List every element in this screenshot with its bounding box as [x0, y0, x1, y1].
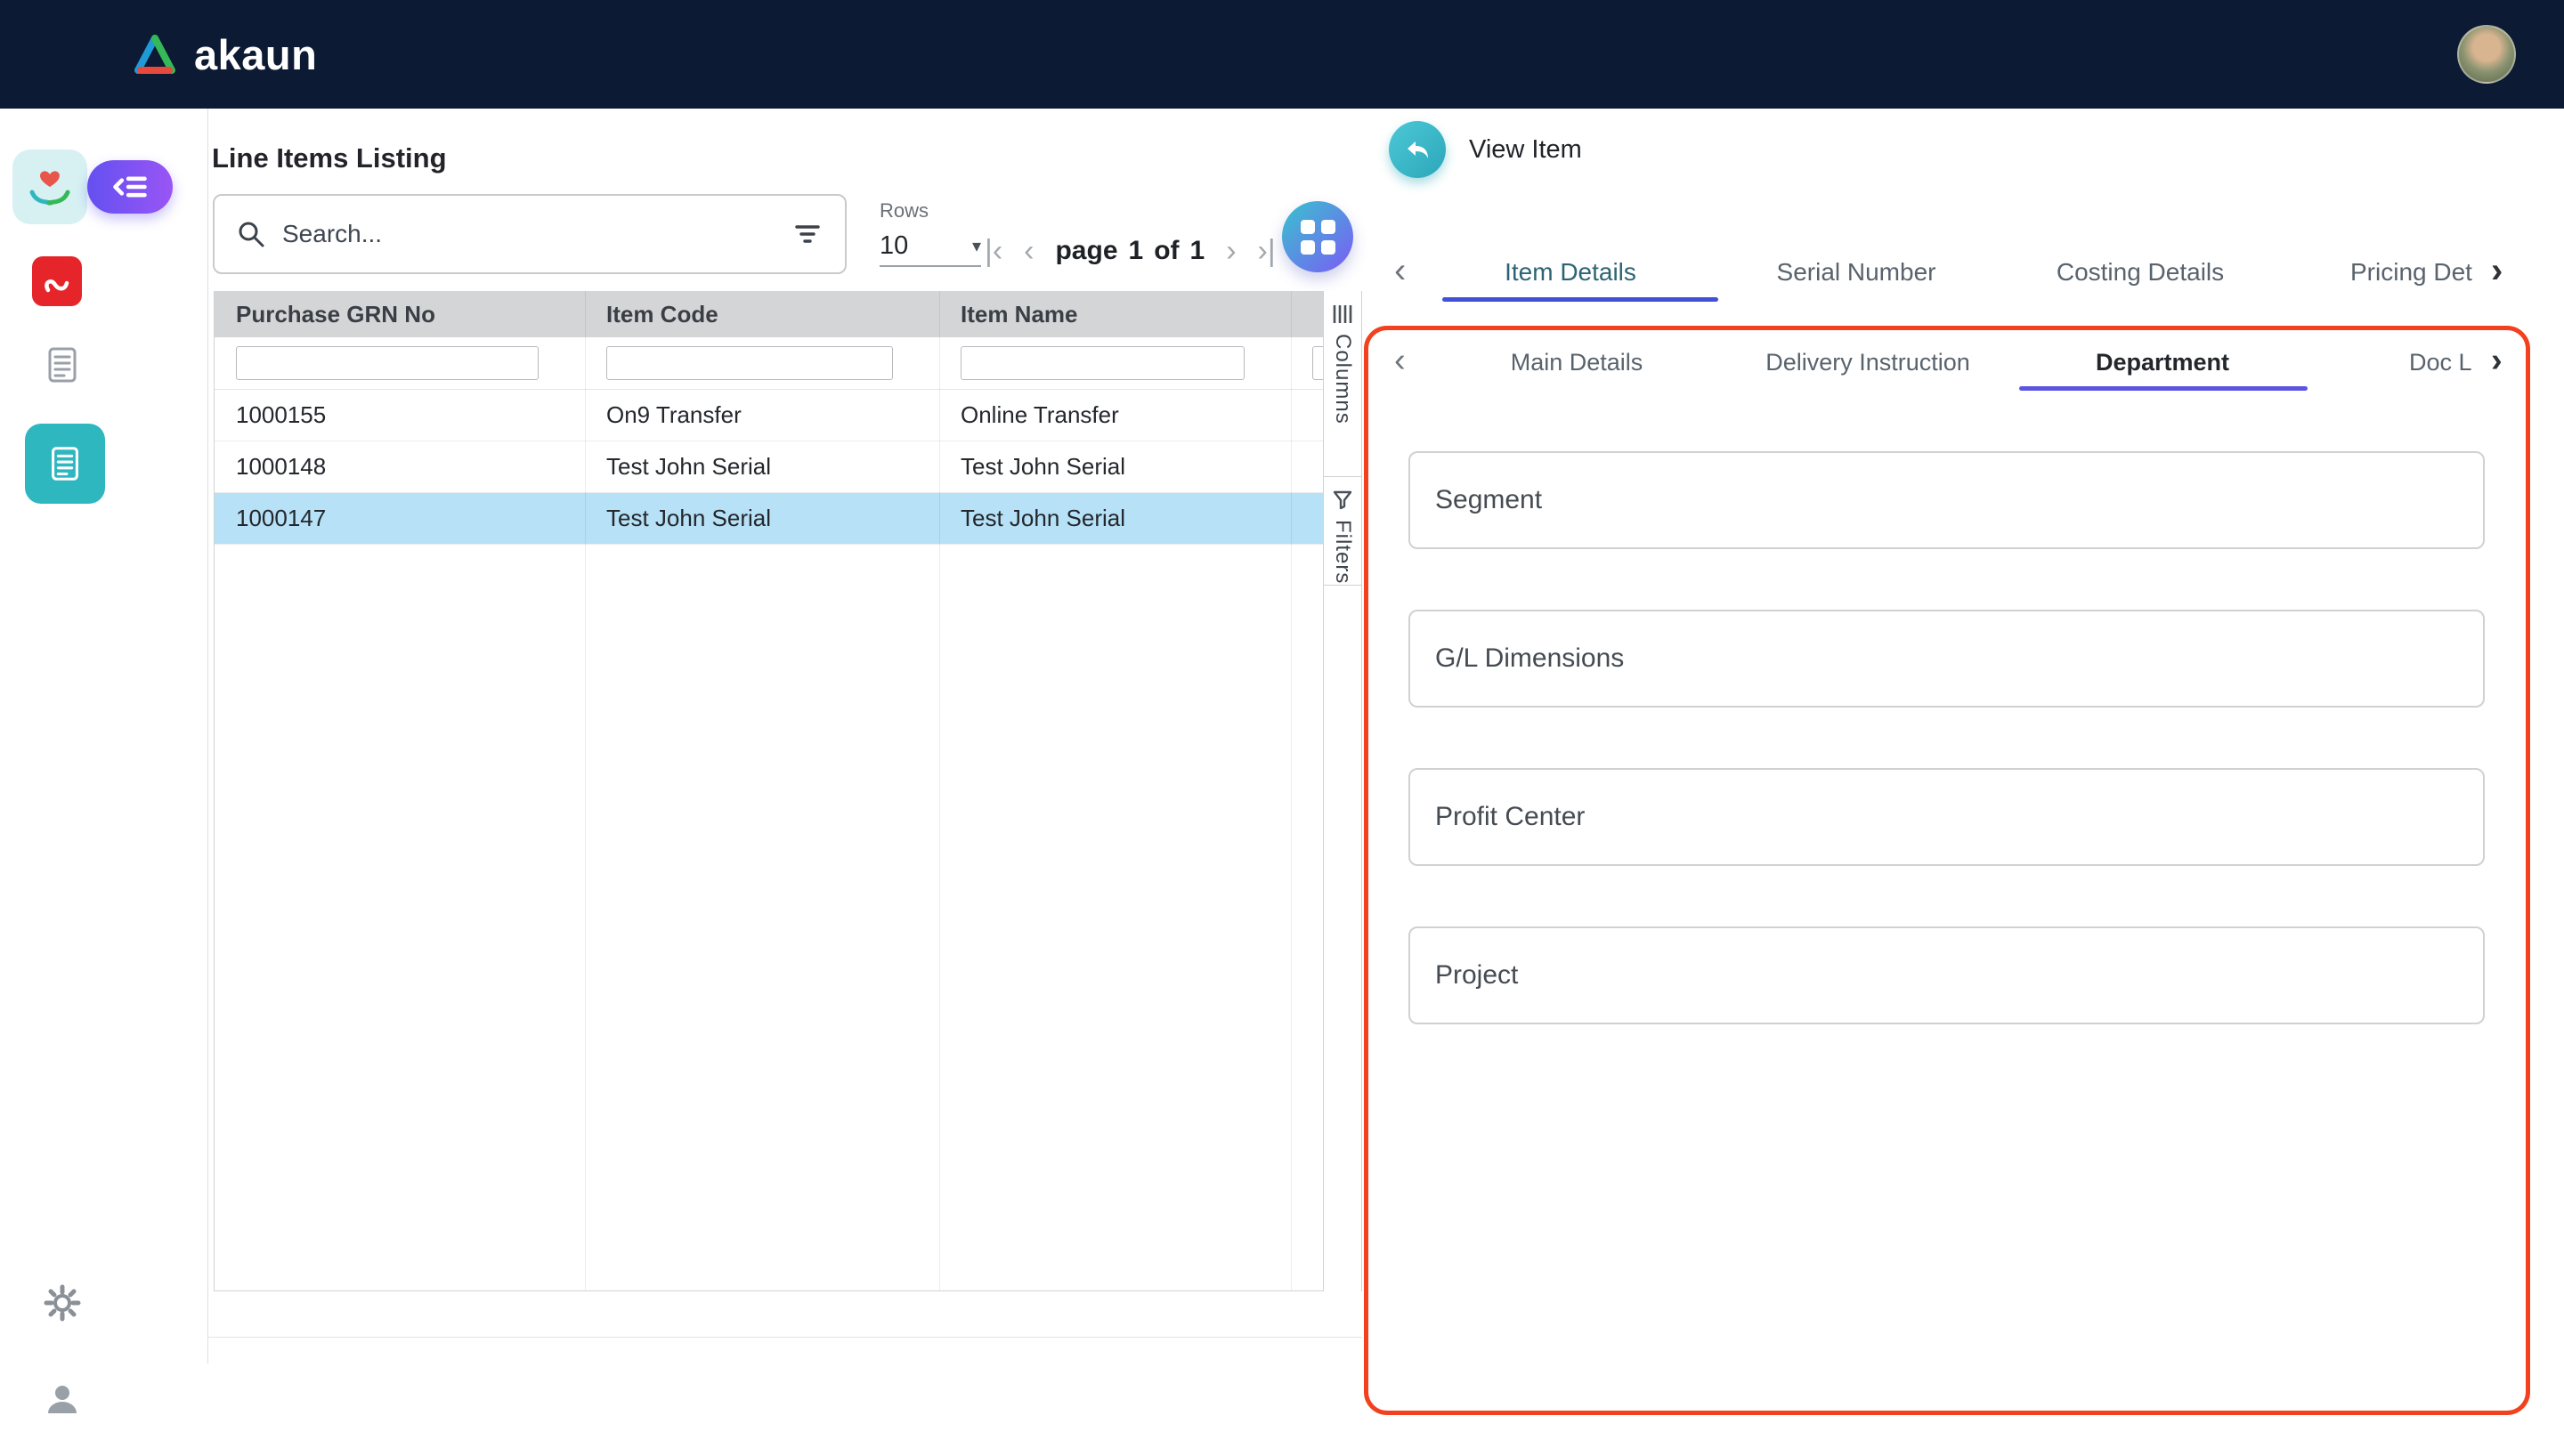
tab-serial-number[interactable]: Serial Number [1777, 258, 1936, 287]
document-list-icon [45, 443, 85, 484]
sidebar-item-documents[interactable] [39, 342, 85, 388]
filter-input-clipped[interactable] [1312, 346, 1323, 380]
secondary-active-tab-underline [2019, 386, 2308, 391]
view-item-title: View Item [1469, 135, 1582, 165]
current-page-number: 1 [1129, 236, 1144, 266]
next-page-button[interactable]: › [1226, 234, 1236, 269]
line-items-table: Purchase GRN No Item Code Item Name 1000… [214, 291, 1324, 1291]
column-separator [1291, 291, 1292, 1290]
columns-icon [1332, 303, 1353, 325]
filter-input-item-name[interactable] [961, 346, 1245, 380]
search-icon [236, 219, 266, 249]
column-header-clipped [1291, 291, 1323, 337]
column-header-purchase-grn-no: Purchase GRN No [215, 291, 585, 337]
cell-item-code: On9 Transfer [585, 401, 939, 429]
grid-icon [1301, 220, 1335, 255]
back-arrow-icon [1403, 135, 1432, 164]
tab-main-details[interactable]: Main Details [1511, 349, 1643, 376]
page-indicator: page 1 of 1 [1055, 236, 1205, 266]
first-page-button[interactable]: |‹ [985, 234, 1002, 269]
columns-label: Columns [1330, 334, 1355, 425]
hands-care-icon [25, 162, 75, 212]
tab-delivery-instruction[interactable]: Delivery Instruction [1765, 349, 1970, 376]
table-row[interactable]: 1000148 Test John Serial Test John Seria… [215, 441, 1323, 493]
column-separator [939, 291, 940, 1290]
filter-funnel-icon [1332, 489, 1353, 511]
sidebar-item-line-items-active[interactable] [25, 424, 105, 504]
filters-toggle[interactable]: Filters [1324, 477, 1361, 586]
field-profit-center[interactable]: Profit Center [1408, 768, 2485, 866]
of-word: of [1154, 236, 1179, 266]
back-button[interactable] [1389, 121, 1446, 178]
tab-item-details[interactable]: Item Details [1505, 258, 1636, 287]
secondary-tabs-scroll-right[interactable]: › [2491, 344, 2503, 377]
column-header-item-code: Item Code [585, 291, 939, 337]
brand-name: akaun [194, 30, 317, 79]
sidebar-collapse-toggle[interactable] [87, 160, 173, 214]
user-avatar[interactable] [2457, 25, 2516, 84]
akaun-logo-icon [132, 34, 178, 75]
sidebar-item-module[interactable] [12, 150, 87, 224]
page-title: Line Items Listing [212, 142, 447, 174]
total-pages-number: 1 [1190, 236, 1205, 266]
brand: akaun [132, 30, 317, 79]
pagination: |‹ ‹ page 1 of 1 › ›| [985, 230, 1276, 272]
cell-item-code: Test John Serial [585, 453, 939, 481]
table-row[interactable]: 1000155 On9 Transfer Online Transfer [215, 390, 1323, 441]
cell-grn: 1000148 [215, 453, 585, 481]
filter-list-icon[interactable] [791, 218, 824, 250]
cell-item-name: Test John Serial [939, 453, 1291, 481]
topbar: akaun [0, 0, 2564, 109]
search-input[interactable] [280, 219, 777, 249]
column-header-item-name: Item Name [939, 291, 1291, 337]
cell-grn: 1000147 [215, 505, 585, 532]
document-icon [41, 344, 84, 386]
search-box [213, 194, 847, 274]
sidebar-item-pdf[interactable] [32, 256, 82, 306]
tab-pricing-details[interactable]: Pricing Det [2350, 258, 2484, 287]
columns-toggle[interactable]: Columns [1324, 291, 1361, 477]
panel-divider [207, 109, 208, 1363]
cell-grn: 1000155 [215, 401, 585, 429]
tab-doc-link[interactable]: Doc L [2409, 349, 2491, 376]
column-separator [585, 291, 586, 1290]
tab-department[interactable]: Department [2096, 349, 2229, 376]
field-project[interactable]: Project [1408, 926, 2485, 1024]
prev-page-button[interactable]: ‹ [1024, 234, 1034, 269]
field-segment[interactable]: Segment [1408, 451, 2485, 549]
primary-tabs-scroll-left[interactable]: ‹ [1394, 253, 1406, 288]
last-page-button[interactable]: ›| [1258, 234, 1276, 269]
apps-grid-button[interactable] [1282, 201, 1353, 272]
person-icon [43, 1379, 82, 1419]
table-header-row: Purchase GRN No Item Code Item Name [215, 291, 1323, 337]
filter-input-purchase-grn-no[interactable] [236, 346, 539, 380]
field-gl-dimensions[interactable]: G/L Dimensions [1408, 610, 2485, 708]
page-word: page [1055, 236, 1117, 266]
secondary-tabs-scroll-left[interactable]: ‹ [1394, 344, 1406, 377]
rows-per-page-label: Rows [880, 199, 929, 222]
rows-per-page-value: 10 [880, 231, 908, 261]
primary-tabs-scroll-right[interactable]: › [2491, 253, 2503, 288]
table-filter-row [215, 337, 1323, 390]
filter-input-item-code[interactable] [606, 346, 893, 380]
sidebar-profile[interactable] [41, 1378, 84, 1420]
cell-item-name: Test John Serial [939, 505, 1291, 532]
menu-collapse-icon [110, 167, 150, 206]
app-root: akaun [0, 0, 2564, 1456]
cell-item-code: Test John Serial [585, 505, 939, 532]
sidebar-settings[interactable] [39, 1280, 85, 1326]
table-row-selected[interactable]: 1000147 Test John Serial Test John Seria… [215, 493, 1323, 545]
tab-costing-details[interactable]: Costing Details [2057, 258, 2224, 287]
cell-item-name: Online Transfer [939, 401, 1291, 429]
filters-label: Filters [1330, 520, 1355, 584]
rows-per-page-select[interactable]: 10 ▾ [880, 226, 981, 267]
table-side-rail: Columns Filters [1324, 291, 1362, 1291]
pdf-icon [41, 265, 73, 297]
primary-active-tab-underline [1442, 297, 1718, 302]
gear-icon [41, 1282, 84, 1324]
panel-bottom-line [207, 1337, 1362, 1338]
chevron-down-icon: ▾ [972, 235, 981, 257]
